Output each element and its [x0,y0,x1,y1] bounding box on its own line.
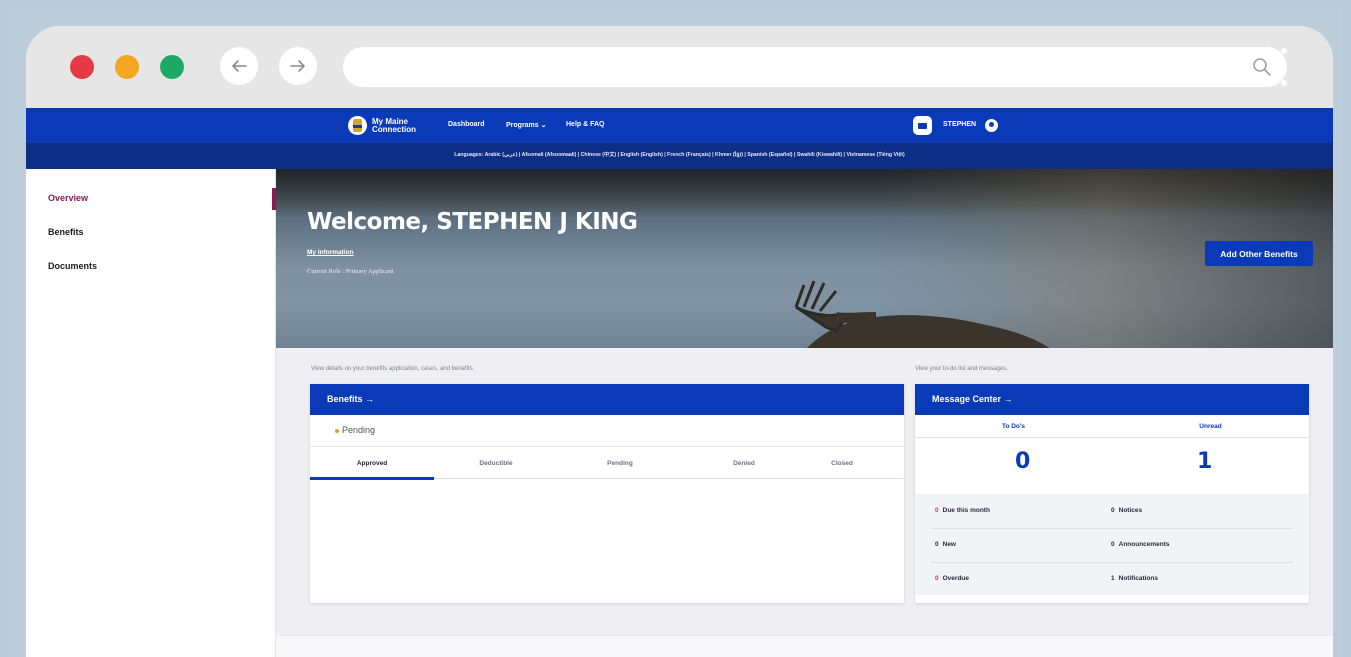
language-bar: Languages: Arabic (عربي) | Afsomali (Afs… [26,143,1333,169]
active-tab-indicator [310,477,434,480]
add-other-benefits-button[interactable]: Add Other Benefits [1205,241,1313,266]
site-logo[interactable]: My Maine Connection [348,116,432,135]
message-center-hint: View your to-do list and messages. [915,366,1008,372]
current-role: Current Role : Primary Applicant [307,268,394,275]
benefits-card-header[interactable]: Benefits → [310,384,904,415]
kebab-icon[interactable] [1280,48,1288,86]
back-button[interactable] [220,47,258,85]
browser-toolbar [26,26,1333,108]
stat-overdue[interactable]: 0 Overdue [935,575,969,582]
todo-column-header: To Do's [1001,422,1026,430]
pending-dot-icon [335,429,339,433]
mail-icon[interactable] [913,116,932,135]
arrow-right-icon [290,60,305,72]
forward-button[interactable] [279,47,317,85]
divider [931,528,1293,529]
tab-approved[interactable]: Approved [310,447,434,479]
tab-pending[interactable]: Pending [558,447,682,479]
unread-column-header: Unread [1199,422,1222,430]
welcome-heading: Welcome, STEPHEN J KING [307,209,638,235]
user-name[interactable]: STEPHEN [943,121,976,128]
browser-window: My Maine Connection Dashboard Programs ⌄… [26,26,1333,657]
divider [915,437,1309,438]
benefits-hint: View details on your benefits applicatio… [311,366,475,372]
stat-notifications[interactable]: 1 Notifications [1111,575,1158,582]
stat-announcements[interactable]: 0 Announcements [1111,541,1170,548]
sidebar-item-benefits[interactable]: Benefits [48,227,84,237]
divider [931,562,1293,563]
user-avatar-icon[interactable] [985,119,998,132]
stat-due-this-month[interactable]: 0 Due this month [935,507,990,514]
hero-banner: Welcome, STEPHEN J KING My Information C… [276,169,1333,348]
stat-notices[interactable]: 0 Notices [1111,507,1142,514]
site-header: My Maine Connection Dashboard Programs ⌄… [26,108,1333,143]
stat-new[interactable]: 0 New [935,541,956,548]
minimize-window-button[interactable] [115,55,139,79]
close-window-button[interactable] [70,55,94,79]
search-icon[interactable] [1251,56,1273,78]
benefits-card: Benefits → Pending Approved Deductible P… [310,384,904,603]
message-center-card: Message Center → To Do's Unread 0 1 0 Due… [915,384,1309,603]
sidebar: Overview Benefits Documents [26,169,276,657]
tab-closed[interactable]: Closed [780,447,904,479]
main-content: Welcome, STEPHEN J KING My Information C… [276,169,1333,657]
nav-help-faq[interactable]: Help & FAQ [566,121,605,128]
todo-count[interactable]: 0 [1015,449,1030,474]
sidebar-item-overview[interactable]: Overview [48,193,88,203]
nav-programs[interactable]: Programs ⌄ [506,121,547,129]
address-bar[interactable] [343,47,1287,87]
unread-count[interactable]: 1 [1197,449,1212,474]
language-links[interactable]: Languages: Arabic (عربي) | Afsomali (Afs… [26,151,1333,159]
logo-text: My Maine Connection [372,116,416,134]
message-center-header[interactable]: Message Center → [915,384,1309,415]
sidebar-item-documents[interactable]: Documents [48,261,97,271]
status-label: Pending [342,425,376,435]
footer-strip [276,635,1333,657]
my-information-link[interactable]: My Information [307,249,354,256]
maximize-window-button[interactable] [160,55,184,79]
maine-seal-icon [348,116,367,135]
tab-deductible[interactable]: Deductible [434,447,558,479]
status-row: Pending [310,415,904,447]
moose-image [794,280,1050,348]
benefits-tabs: Approved Deductible Pending Denied Close… [310,447,904,480]
nav-dashboard[interactable]: Dashboard [448,121,485,128]
message-stats: 0 Due this month 0 Notices 0 New 0 Announcem… [915,494,1309,595]
arrow-left-icon [232,60,247,72]
